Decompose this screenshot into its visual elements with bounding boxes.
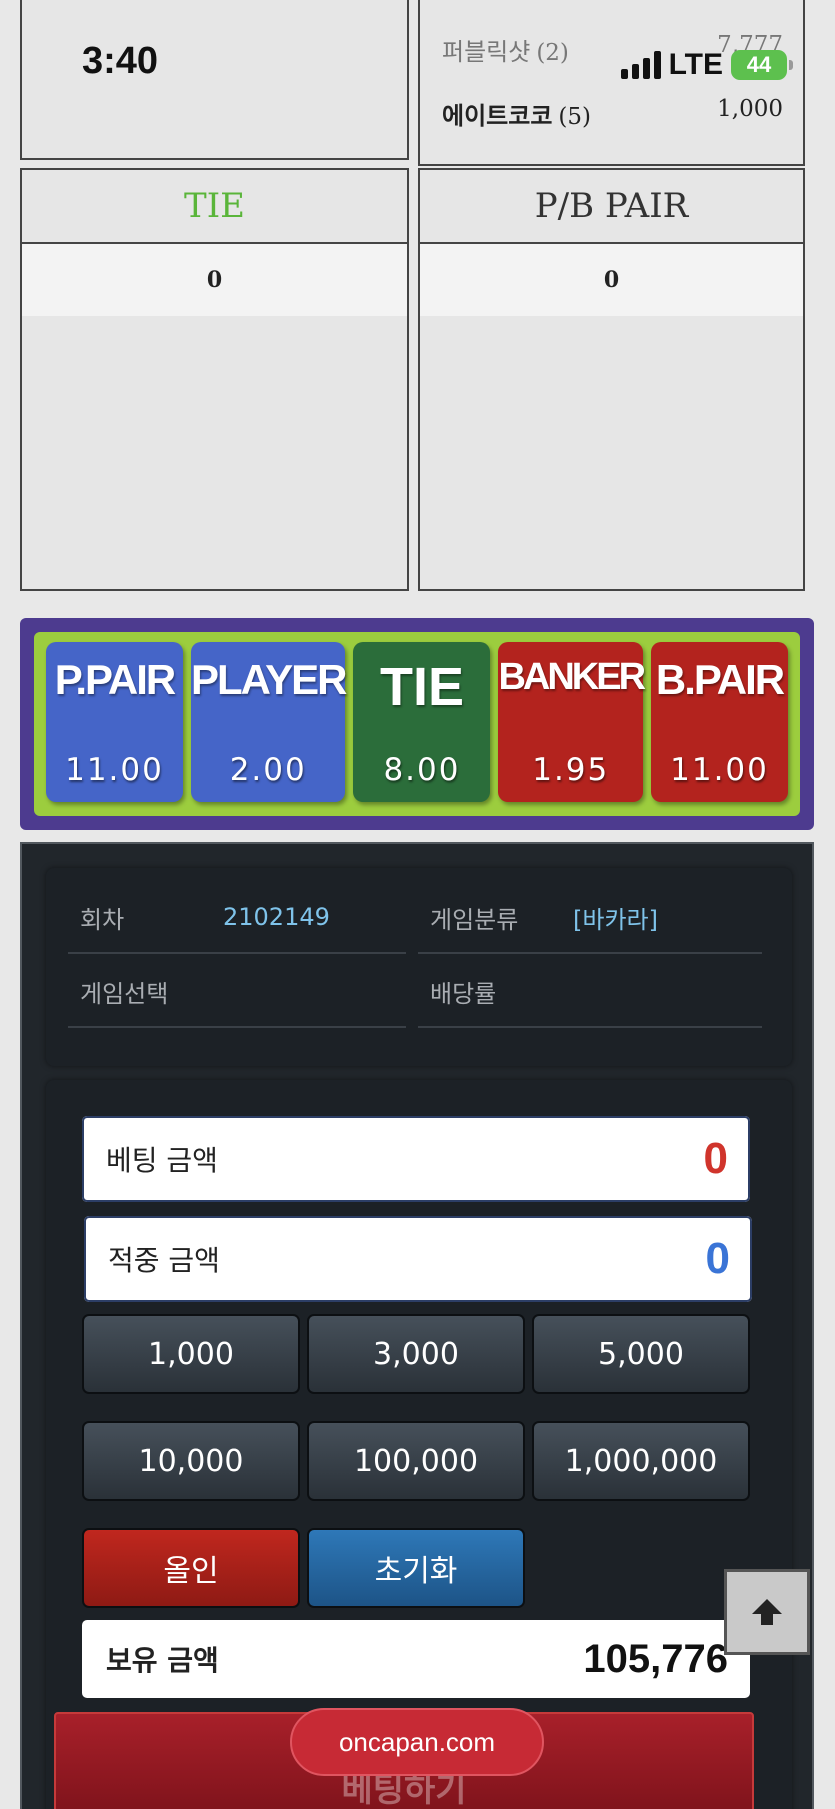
- ranking-name: 에이트코코: [442, 102, 553, 130]
- ranking-row: 에이트코코 (5) 1,000: [442, 96, 783, 131]
- bet-option-odds: 11.00: [670, 752, 769, 788]
- bet-option-odds: 8.00: [383, 752, 461, 788]
- bet-option-odds: 2.00: [229, 752, 307, 788]
- chip-5000-button[interactable]: 5,000: [532, 1314, 750, 1394]
- signal-icon: [620, 51, 661, 79]
- arrow-up-icon: [752, 1599, 782, 1625]
- chip-1000000-button[interactable]: 1,000,000: [532, 1421, 750, 1501]
- bet-option-banker-pair[interactable]: B.PAIR 11.00: [651, 642, 788, 802]
- bet-amount-label: 베팅 금액: [106, 1144, 218, 1177]
- battery-icon: 44: [731, 50, 793, 80]
- odds-row: 배당률: [418, 956, 762, 1028]
- bet-option-odds: 1.95: [532, 752, 610, 788]
- reset-button[interactable]: 초기화: [307, 1528, 525, 1608]
- watermark-url: oncapan.com: [290, 1708, 544, 1776]
- pb-pair-stat-title: P/B PAIR: [420, 170, 803, 244]
- bet-amount-value: 0: [703, 1134, 728, 1183]
- ranking-name: 퍼블릭샷: [442, 38, 531, 66]
- ranking-count: (2): [536, 40, 569, 66]
- chip-10000-button[interactable]: 10,000: [82, 1421, 300, 1501]
- category-value: [바카라]: [573, 905, 658, 934]
- ranking-amount: 1,000: [717, 96, 783, 122]
- tie-stat-title: TIE: [22, 170, 407, 244]
- win-amount-value: 0: [705, 1234, 730, 1283]
- battery-level: 44: [746, 52, 772, 77]
- bet-option-label: PLAYER: [190, 656, 348, 703]
- bet-option-odds: 11.00: [65, 752, 164, 788]
- scroll-to-top-button[interactable]: [724, 1569, 810, 1655]
- chip-100000-button[interactable]: 100,000: [307, 1421, 525, 1501]
- bet-option-label: BANKER: [498, 656, 646, 698]
- bet-amount-field: 베팅 금액 0: [82, 1116, 750, 1202]
- bet-option-banker[interactable]: BANKER 1.95: [498, 642, 646, 802]
- bet-option-player-pair[interactable]: P.PAIR 11.00: [46, 642, 183, 802]
- round-label: 회차: [80, 905, 125, 934]
- odds-label: 배당률: [430, 979, 497, 1008]
- selection-row: 게임선택: [68, 956, 406, 1028]
- pb-pair-stat-value: 0: [420, 244, 803, 316]
- balance-label: 보유 금액: [106, 1644, 219, 1677]
- network-label: LTE: [668, 48, 723, 81]
- chip-3000-button[interactable]: 3,000: [307, 1314, 525, 1394]
- chip-1000-button[interactable]: 1,000: [82, 1314, 300, 1394]
- bet-input-card: 베팅 금액 0 적중 금액 0 1,000 3,000 5,000 10,000…: [46, 1080, 792, 1809]
- status-time: 3:40: [82, 40, 159, 82]
- category-label: 게임분류: [430, 905, 519, 934]
- ranking-panel: 퍼블릭샷 (2) 7,777 에이트코코 (5) 1,000: [418, 0, 805, 166]
- bet-option-player[interactable]: PLAYER 2.00: [190, 642, 348, 802]
- bet-option-board: P.PAIR 11.00 PLAYER 2.00 TIE 8.00 BANKER…: [20, 618, 814, 830]
- ranking-count: (5): [558, 104, 591, 130]
- game-info-card: 회차 2102149 게임분류 [바카라] 게임선택 배당률: [46, 868, 792, 1066]
- betting-section: 회차 2102149 게임분류 [바카라] 게임선택 배당률 베팅 금액 0 적…: [20, 842, 814, 1809]
- round-row: 회차 2102149: [68, 882, 406, 954]
- win-amount-field: 적중 금액 0: [84, 1216, 752, 1302]
- tie-stat-value: 0: [22, 244, 407, 316]
- balance-field: 보유 금액 105,776: [82, 1620, 750, 1698]
- status-indicators: LTE 44: [620, 48, 793, 82]
- balance-value: 105,776: [583, 1636, 728, 1681]
- pb-pair-stat-panel: P/B PAIR 0: [418, 168, 805, 591]
- selection-label: 게임선택: [80, 979, 169, 1008]
- round-value: 2102149: [223, 903, 330, 931]
- bet-option-label: TIE: [379, 657, 464, 717]
- bet-option-tie[interactable]: TIE 8.00: [353, 642, 491, 802]
- all-in-button[interactable]: 올인: [82, 1528, 300, 1608]
- bet-option-label: P.PAIR: [54, 656, 176, 703]
- win-amount-label: 적중 금액: [108, 1244, 220, 1277]
- tie-stat-panel: TIE 0: [20, 168, 409, 591]
- category-row: 게임분류 [바카라]: [418, 882, 762, 954]
- bet-option-label: B.PAIR: [655, 656, 785, 703]
- top-left-panel: [20, 0, 409, 160]
